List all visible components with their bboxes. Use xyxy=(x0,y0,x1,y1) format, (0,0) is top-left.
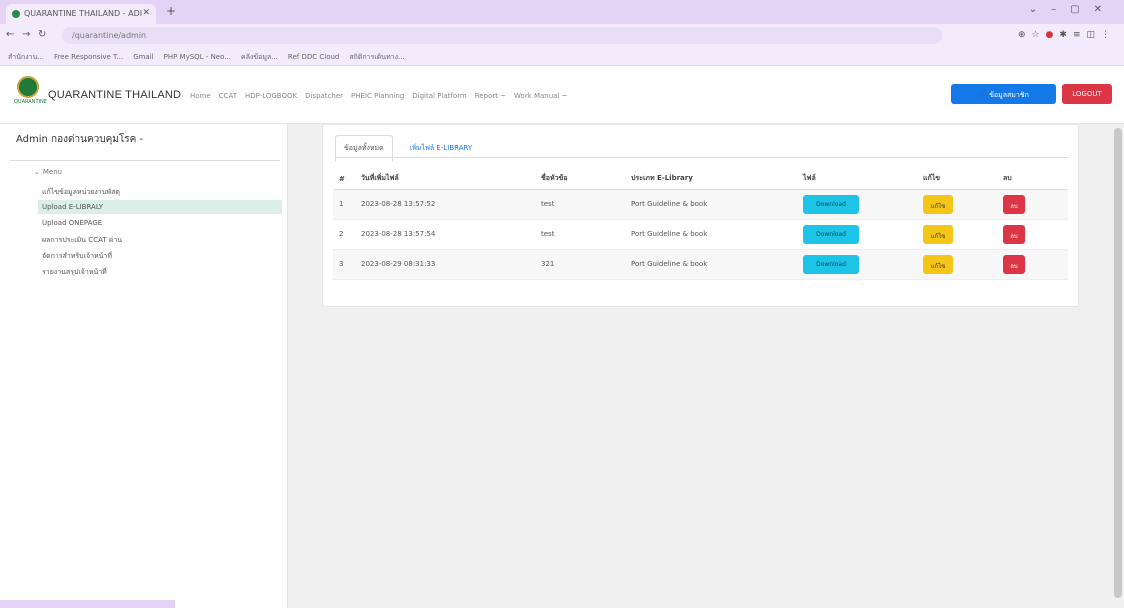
user-profile-button[interactable]: 👤 ข้อมูลสมาชิก xyxy=(951,84,1056,104)
row-file-cell: Download xyxy=(797,189,917,220)
url-field[interactable]: /quarantine/admin xyxy=(62,27,942,44)
sidebar-menu-item[interactable]: Upload ONEPAGE xyxy=(38,216,282,230)
close-tab-icon[interactable]: ✕ xyxy=(142,8,150,18)
bookmarks-bar: สำนักงาน... Free Responsive T... Gmail PHP … xyxy=(0,48,1124,66)
user-button-label: ข้อมูลสมาชิก xyxy=(989,91,1029,99)
favicon-icon xyxy=(12,9,20,18)
table-row: 1 2023-08-28 13:57:52 test Port Guideline &… xyxy=(333,189,1068,220)
delete-button[interactable]: ลบ xyxy=(1003,224,1025,244)
col-date: วันที่เพิ่มไฟล์ xyxy=(355,169,535,190)
row-date: 2023-08-28 13:57:54 xyxy=(355,219,535,250)
row-edit-cell: แก้ไข xyxy=(917,249,997,280)
back-icon[interactable]: ← xyxy=(6,29,14,40)
bookmark-item[interactable]: สถิติการเดินทาง... xyxy=(349,53,404,61)
sidebar-menu-item[interactable]: จัดการสำหรับเจ้าหน้าที่ xyxy=(38,248,282,262)
nav-link[interactable]: CCAT xyxy=(219,92,237,100)
bookmark-item[interactable]: Free Responsive T... xyxy=(54,53,123,61)
page-scrollbar[interactable] xyxy=(1112,124,1124,608)
col-edit: แก้ไข xyxy=(917,169,997,190)
row-title: test xyxy=(535,189,625,220)
edit-button[interactable]: แก้ไข xyxy=(923,224,953,244)
extensions-toolbar[interactable]: ⊕☆●✱≡◫⋮ xyxy=(1018,30,1116,40)
download-button[interactable]: Download xyxy=(803,224,859,244)
bookmark-item[interactable]: คลังข้อมูล... xyxy=(241,53,278,61)
main-nav: Home CCAT HDP-LOGBOOK Dispatcher PHEIC Plann… xyxy=(190,92,576,100)
row-index: 1 xyxy=(333,189,355,220)
row-delete-cell: ลบ xyxy=(997,249,1068,280)
nav-link[interactable]: PHEIC Planning xyxy=(351,92,404,100)
nav-link[interactable]: Dispatcher xyxy=(305,92,343,100)
nav-link[interactable]: HDP-LOGBOOK xyxy=(245,92,297,100)
divider xyxy=(10,160,280,161)
elibrary-card: ข้อมูลทั้งหมด เพิ่มไฟล์ E-LIBRARY # วันท… xyxy=(322,124,1079,307)
bookmark-item[interactable]: Gmail xyxy=(133,53,153,61)
nav-link[interactable]: Report ~ xyxy=(475,92,506,100)
chevron-down-icon: ⌄ xyxy=(34,168,40,176)
status-bar xyxy=(0,600,175,608)
browser-tab[interactable]: QUARANTINE THAILAND - ADI ✕ xyxy=(6,4,156,24)
new-tab-icon[interactable]: + xyxy=(166,4,176,18)
edit-button[interactable]: แก้ไข xyxy=(923,194,953,214)
row-type: Port Guideline & book xyxy=(625,249,797,280)
app-navbar: QUARANTINE QUARANTINE THAILAND Home CCAT H… xyxy=(0,66,1124,124)
tab-divider xyxy=(335,157,1068,158)
row-file-cell: Download xyxy=(797,219,917,250)
nav-link[interactable]: Work Manual ~ xyxy=(514,92,567,100)
tab-title: QUARANTINE THAILAND - ADI xyxy=(24,9,143,18)
row-delete-cell: ลบ xyxy=(997,189,1068,220)
download-button[interactable]: Download xyxy=(803,194,859,214)
edit-button[interactable]: แก้ไข xyxy=(923,254,953,274)
bookmark-item[interactable]: สำนักงาน... xyxy=(8,53,44,61)
row-index: 2 xyxy=(333,219,355,250)
site-logo[interactable]: QUARANTINE xyxy=(14,76,47,110)
col-delete: ลบ xyxy=(997,169,1068,190)
logo-text: QUARANTINE xyxy=(14,99,47,105)
sidebar: Admin กองด่านควบคุมโรค - ⌄ Menu แก้ไขข้อม… xyxy=(0,124,288,608)
menu-label: Menu xyxy=(42,168,63,176)
logout-button[interactable]: LOGOUT xyxy=(1062,84,1112,104)
nav-link[interactable]: Home xyxy=(190,92,211,100)
row-type: Port Guideline & book xyxy=(625,189,797,220)
window-controls[interactable]: ⌄–▢✕ xyxy=(1029,4,1116,15)
row-index: 3 xyxy=(333,249,355,280)
forward-icon[interactable]: → xyxy=(22,29,30,40)
download-button[interactable]: Download xyxy=(803,254,859,274)
col-file: ไฟล์ xyxy=(797,169,917,190)
browser-tabbar: QUARANTINE THAILAND - ADI ✕ + ⌄–▢✕ xyxy=(0,0,1124,24)
logo-emblem-icon xyxy=(17,76,39,98)
bookmark-item[interactable]: PHP MySQL - Neo... xyxy=(164,53,231,61)
row-date: 2023-08-28 13:57:52 xyxy=(355,189,535,220)
row-title: 321 xyxy=(535,249,625,280)
address-bar-row: ← → ↻ /quarantine/admin ⊕☆●✱≡◫⋮ xyxy=(0,24,1124,48)
row-edit-cell: แก้ไข xyxy=(917,219,997,250)
row-delete-cell: ลบ xyxy=(997,219,1068,250)
col-index: # xyxy=(333,169,355,190)
row-title: test xyxy=(535,219,625,250)
sidebar-title: Admin กองด่านควบคุมโรค - xyxy=(16,134,144,145)
sidebar-menu-item[interactable]: แก้ไขข้อมูลหน่วยงานพัสดุ xyxy=(38,184,282,198)
row-file-cell: Download xyxy=(797,249,917,280)
table-header-row: # วันที่เพิ่มไฟล์ ชื่อหัวข้อ ประเภท E-Li… xyxy=(333,169,1068,190)
scrollbar-thumb[interactable] xyxy=(1114,128,1122,598)
row-date: 2023-08-29 08:31:33 xyxy=(355,249,535,280)
table-row: 3 2023-08-29 08:31:33 321 Port Guideline & … xyxy=(333,249,1068,280)
row-edit-cell: แก้ไข xyxy=(917,189,997,220)
table-row: 2 2023-08-28 13:57:54 test Port Guideline &… xyxy=(333,219,1068,250)
elibrary-table: # วันที่เพิ่มไฟล์ ชื่อหัวข้อ ประเภท E-Li… xyxy=(333,169,1068,280)
row-type: Port Guideline & book xyxy=(625,219,797,250)
col-title: ชื่อหัวข้อ xyxy=(535,169,625,190)
menu-toggle[interactable]: ⌄ Menu xyxy=(34,168,62,176)
reload-icon[interactable]: ↻ xyxy=(38,29,46,40)
col-type: ประเภท E-Library xyxy=(625,169,797,190)
delete-button[interactable]: ลบ xyxy=(1003,254,1025,274)
nav-link[interactable]: Digital Platform xyxy=(412,92,466,100)
sidebar-menu-item[interactable]: รายงานสรุปเจ้าหน้าที่ xyxy=(38,264,282,278)
bookmark-item[interactable]: Ref DDC Cloud xyxy=(288,53,339,61)
url-text: /quarantine/admin xyxy=(72,31,147,40)
sidebar-menu-item[interactable]: ผลการประเมิน CCAT ด่าน xyxy=(38,232,282,246)
sidebar-menu-item[interactable]: Upload E-LIBRALY xyxy=(38,200,282,214)
brand-title[interactable]: QUARANTINE THAILAND xyxy=(48,89,181,101)
card-tabs: ข้อมูลทั้งหมด เพิ่มไฟล์ E-LIBRARY xyxy=(335,135,484,162)
delete-button[interactable]: ลบ xyxy=(1003,194,1025,214)
